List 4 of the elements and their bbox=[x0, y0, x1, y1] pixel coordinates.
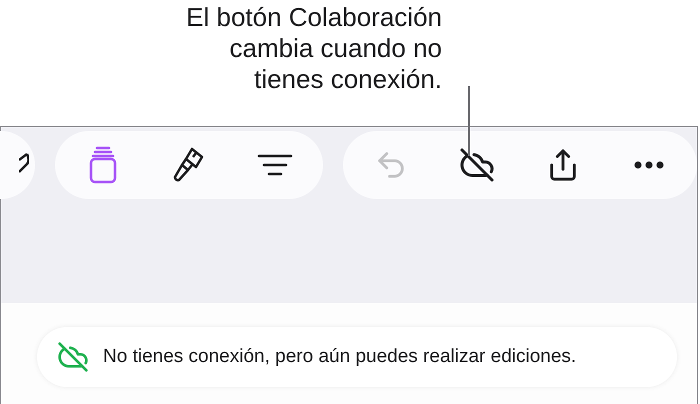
callout-text: El botón Colaboración cambia cuando no tienes conexión. bbox=[185, 2, 442, 96]
banner-text: No tienes conexión, pero aún puedes realizar ediciones. bbox=[103, 344, 576, 369]
leader-line bbox=[468, 86, 470, 156]
cloud-off-icon bbox=[57, 341, 89, 373]
